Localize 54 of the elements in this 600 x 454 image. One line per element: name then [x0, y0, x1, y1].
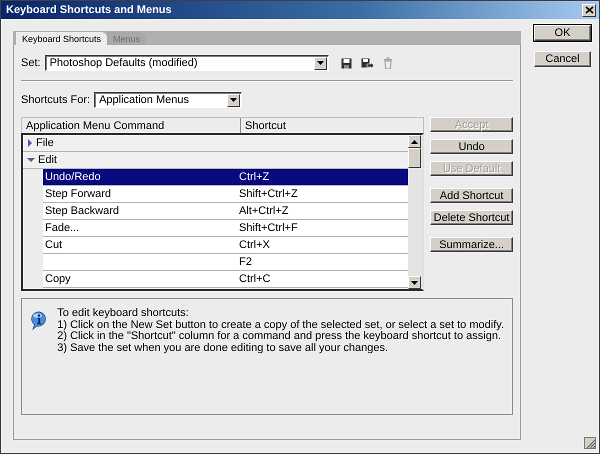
shortcut-key: Ctrl+X [237, 239, 270, 251]
instruction-text: 3) Save the set when you are done editing to save all your changes. [57, 342, 390, 354]
set-dropdown[interactable]: Photoshop Defaults (modified) [44, 55, 329, 71]
command-name: Fade... [45, 222, 80, 234]
shortcut-key: Ctrl+Z [237, 171, 270, 183]
command-name: Edit [38, 154, 57, 166]
dropdown-arrow-icon[interactable] [230, 98, 238, 102]
command-name: Undo/Redo [45, 171, 101, 183]
shortcut-key: F2 [237, 256, 252, 268]
column-header[interactable]: Application Menu Command [22, 118, 241, 133]
scroll-down-icon[interactable] [411, 280, 418, 284]
close-icon[interactable] [584, 6, 594, 14]
command-name: Step Backward [45, 205, 119, 217]
action-button[interactable]: Summarize... [430, 237, 513, 252]
collapsed-triangle-icon[interactable] [27, 139, 33, 147]
tree-row[interactable]: Fade... Shift+Ctrl+F [43, 220, 408, 237]
command-name: Step Forward [45, 188, 112, 200]
instruction-text: To edit keyboard shortcuts: [57, 308, 190, 320]
tree-row[interactable]: Step Forward Shift+Ctrl+Z [43, 186, 408, 203]
tab[interactable]: Keyboard Shortcuts [16, 32, 108, 45]
window-title: Keyboard Shortcuts and Menus [6, 4, 172, 16]
column-header[interactable]: Shortcut [241, 118, 286, 133]
shortcuts-for-dropdown[interactable]: Application Menus [94, 92, 242, 108]
tree-row[interactable]: Cut Ctrl+X [43, 237, 408, 254]
shortcut-key: Shift+Ctrl+Z [237, 188, 298, 200]
tree-row[interactable]: Undo/Redo Ctrl+Z [43, 169, 408, 186]
field-label: Set: [21, 57, 41, 69]
instruction-text: 1) Click on the New Set button to create a copy of the selected set, or select a set to modify. [57, 320, 504, 331]
field-label: Shortcuts For: [21, 94, 90, 106]
scroll-up-icon[interactable] [411, 140, 418, 144]
command-name: Cut [45, 239, 62, 251]
command-name: Copy [45, 273, 71, 285]
action-button[interactable]: Delete Shortcut [430, 210, 513, 225]
scroll-thumb[interactable] [408, 148, 422, 168]
dropdown-arrow-icon[interactable] [316, 61, 324, 65]
tree-row[interactable]: F2 [43, 254, 408, 271]
command-name: File [36, 137, 54, 149]
shortcut-key: Alt+Ctrl+Z [237, 205, 289, 217]
tree-row[interactable]: Copy Ctrl+C [43, 271, 408, 288]
shortcut-key: Shift+Ctrl+F [237, 222, 298, 234]
close-button[interactable] [582, 4, 596, 16]
action-button[interactable]: Undo [430, 139, 513, 154]
tree-row[interactable]: Edit [23, 152, 408, 169]
tree-row[interactable]: Step Backward Alt+Ctrl+Z [43, 203, 408, 220]
scrollbar[interactable] [408, 135, 422, 289]
resize-grip-icon[interactable] [584, 437, 596, 449]
instruction-text: 2) Click in the "Shortcut" column for a command and press the keyboard shortcut to assign. [57, 331, 501, 342]
new-set-icon[interactable] [360, 58, 374, 68]
dialog-button[interactable]: OK [534, 25, 591, 41]
action-button[interactable]: Add Shortcut [430, 188, 513, 203]
tree-row[interactable]: File [23, 135, 408, 152]
shortcut-key: Ctrl+C [237, 273, 270, 285]
dialog-button[interactable]: Cancel [534, 51, 591, 67]
expanded-triangle-icon[interactable] [27, 157, 35, 163]
